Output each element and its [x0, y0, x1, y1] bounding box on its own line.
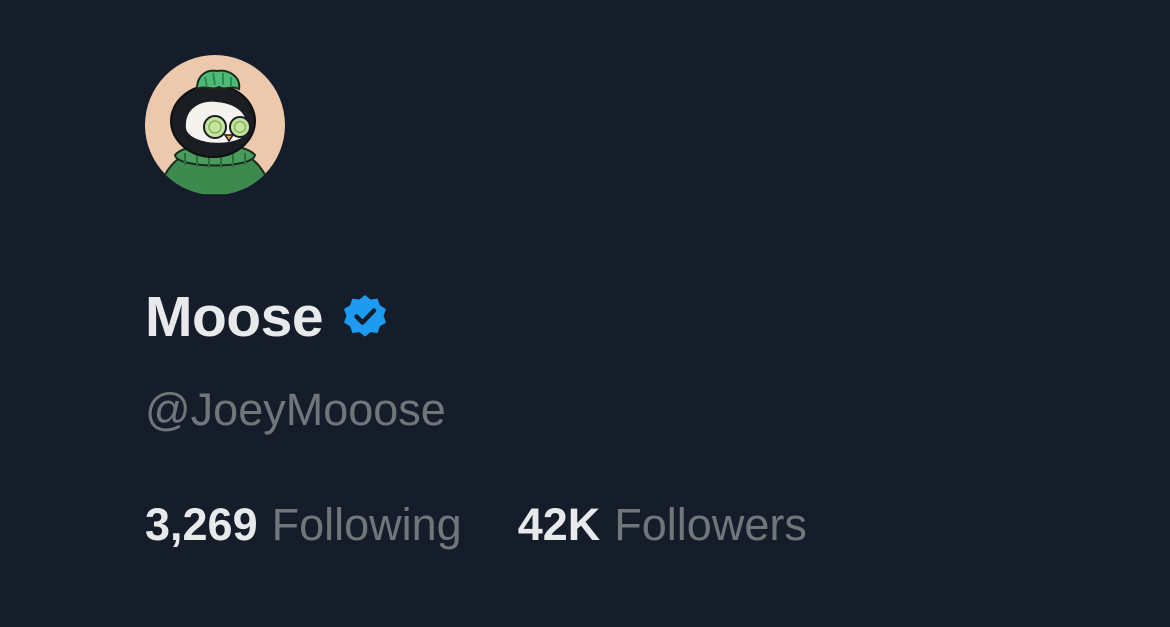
followers-label: Followers: [614, 499, 807, 550]
name-row: Moose: [145, 282, 389, 352]
verified-checkmark-icon[interactable]: [341, 293, 389, 341]
display-name[interactable]: Moose: [145, 282, 324, 352]
follow-stats: 3,269 Following 42K Followers: [145, 496, 807, 554]
following-label: Following: [271, 499, 462, 550]
penguin-avatar-icon: [145, 55, 285, 195]
following-count: 3,269: [145, 499, 258, 550]
profile-header: Moose @JoeyMooose 3,269 Following 42K Fo…: [0, 0, 1170, 627]
following-stat-link[interactable]: 3,269 Following: [145, 496, 462, 554]
user-handle[interactable]: @JoeyMooose: [145, 381, 446, 439]
followers-count: 42K: [517, 499, 601, 550]
profile-avatar[interactable]: [145, 55, 285, 195]
followers-stat-link[interactable]: 42K Followers: [518, 496, 807, 554]
